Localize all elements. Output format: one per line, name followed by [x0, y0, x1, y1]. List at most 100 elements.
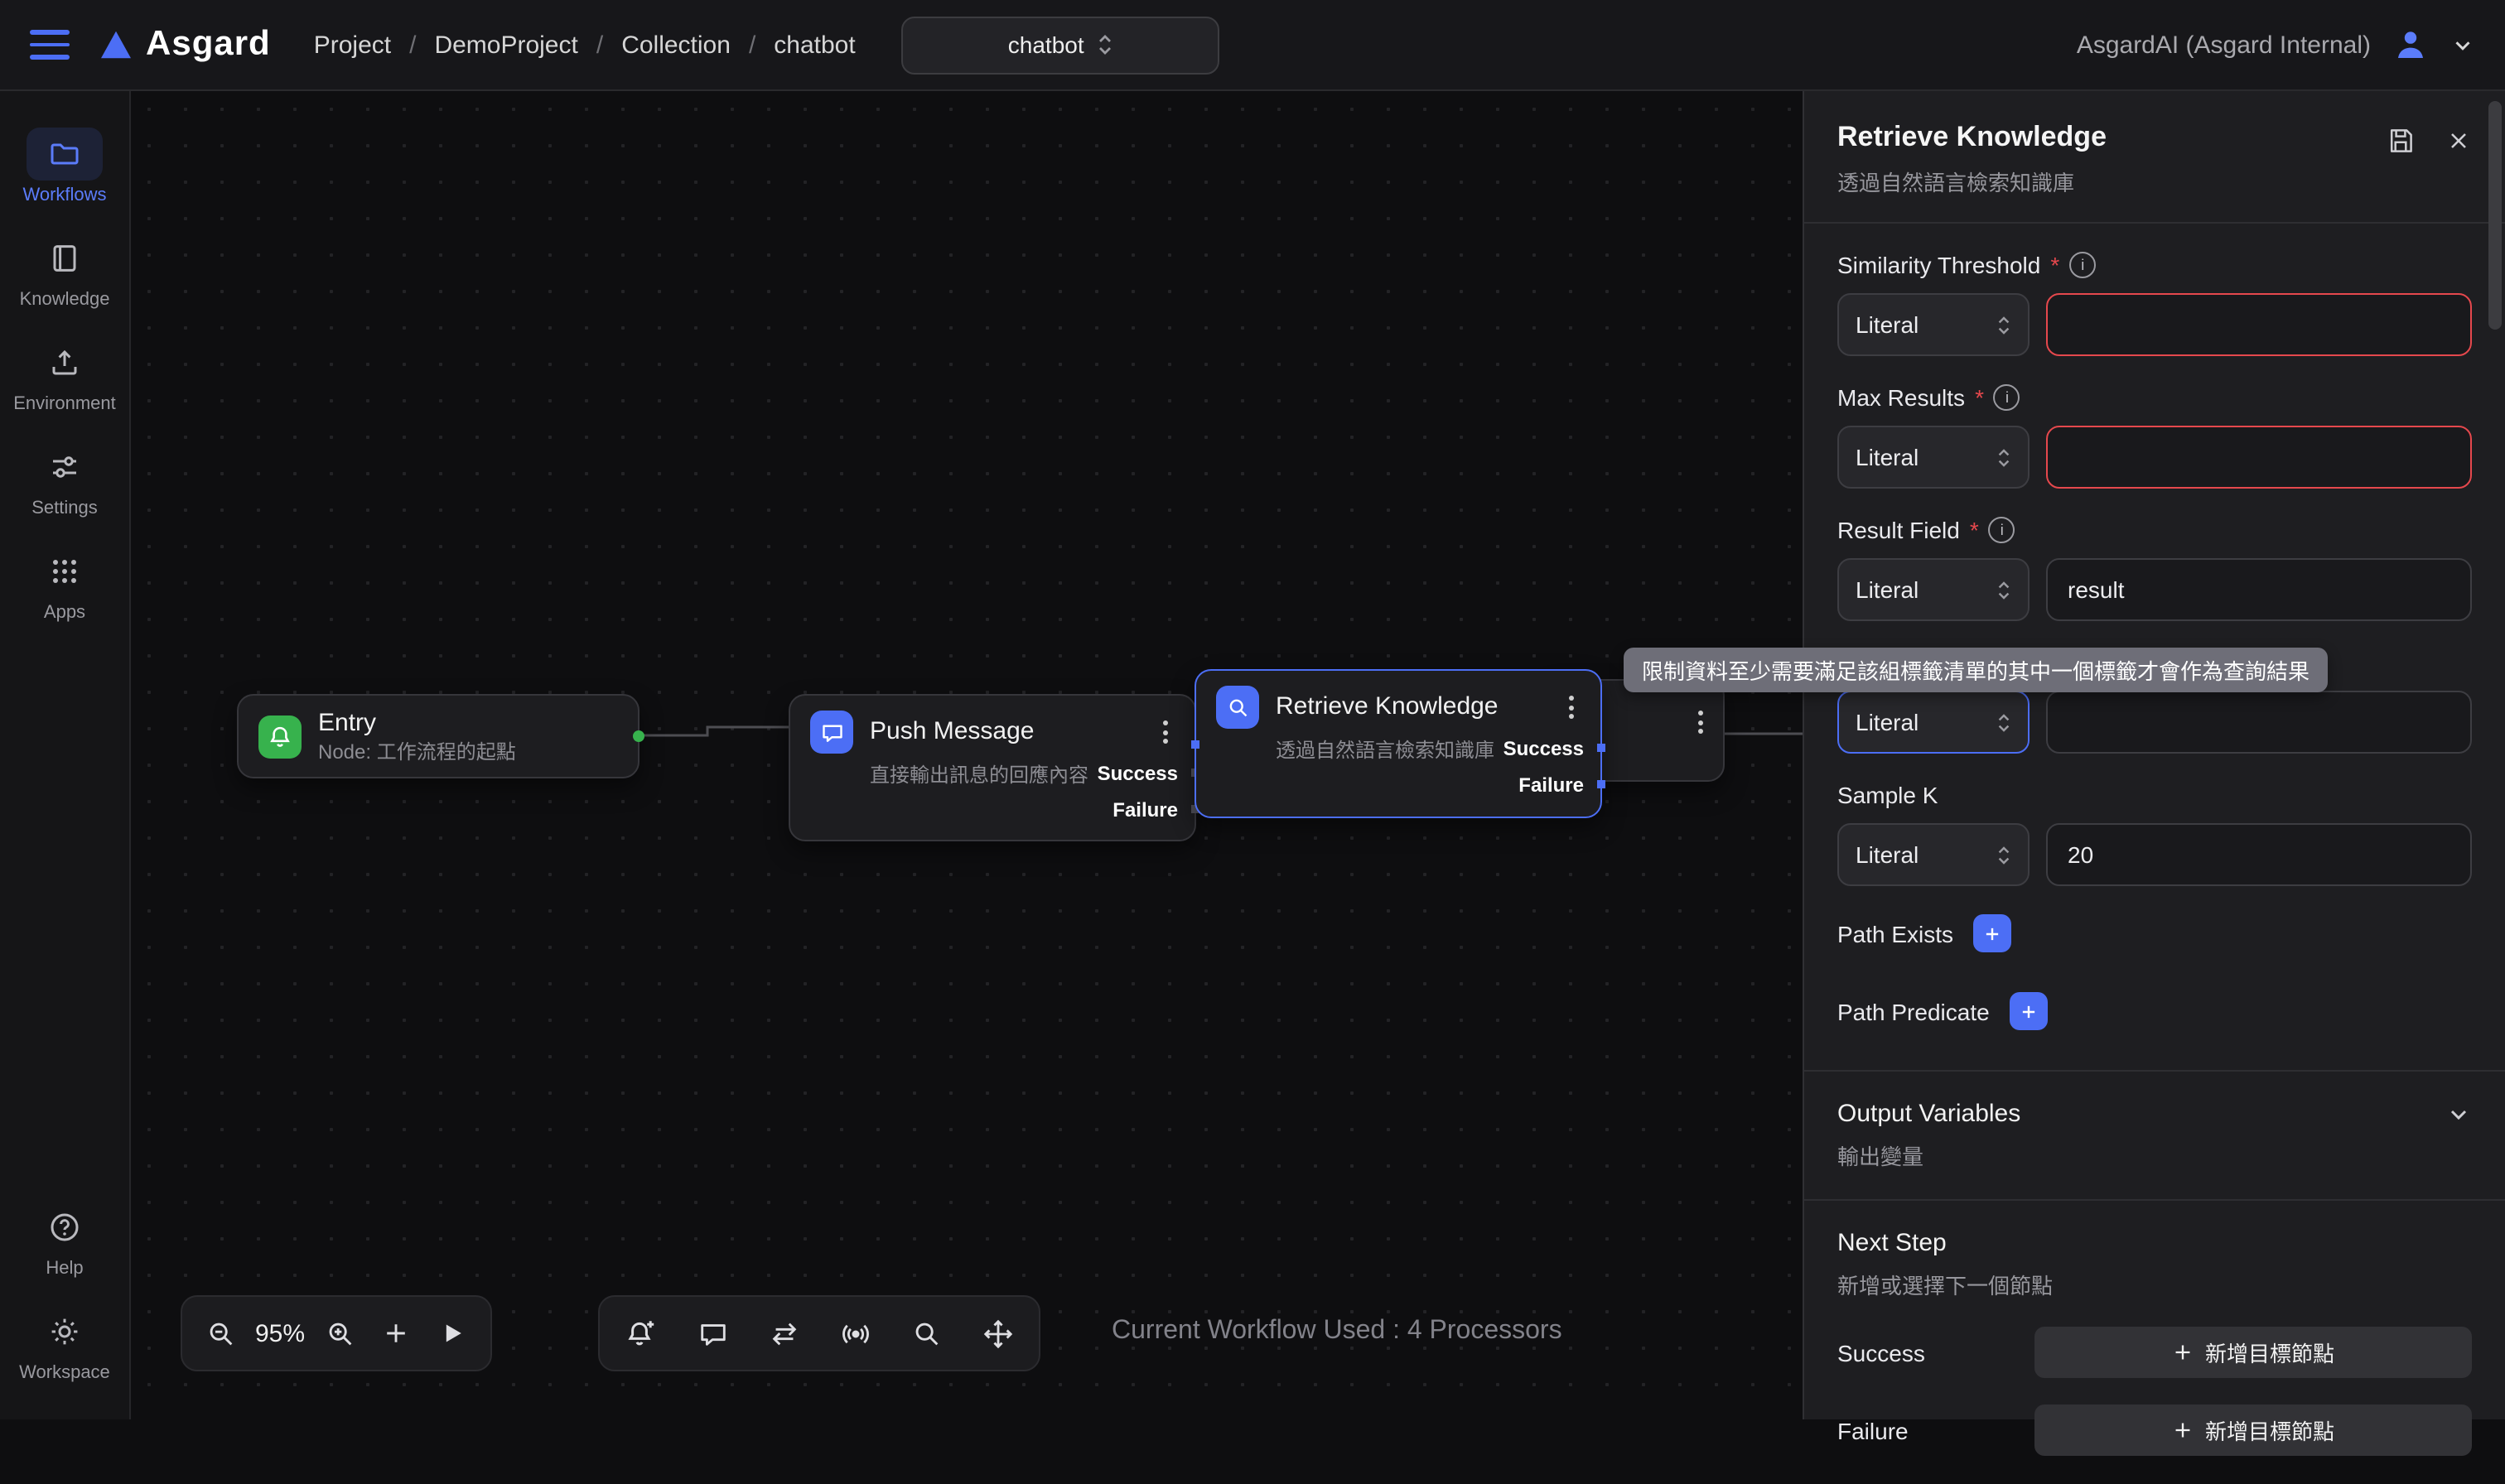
chevron-down-icon[interactable]: [2445, 1101, 2472, 1127]
field-label: Sample K: [1837, 782, 1938, 808]
sidebar-label: Environment: [13, 394, 116, 414]
save-icon[interactable]: [2386, 126, 2416, 156]
select-value: Literal: [1856, 311, 1919, 338]
node-entry[interactable]: Entry Node: 工作流程的起點: [237, 694, 640, 778]
breadcrumb-demoproject[interactable]: DemoProject: [434, 31, 577, 59]
similarity-input[interactable]: [2046, 293, 2472, 356]
logo-text: Asgard: [146, 25, 271, 65]
success-output-label: Success: [1503, 730, 1584, 767]
node-menu-icon[interactable]: [1156, 714, 1175, 750]
add-path-exists-button[interactable]: [1973, 914, 2011, 952]
grid-dots-icon: [27, 545, 103, 598]
filter-tags-mode-select[interactable]: Literal: [1837, 691, 2030, 754]
max-results-mode-select[interactable]: Literal: [1837, 426, 2030, 489]
entry-node-icon: [258, 716, 302, 759]
next-step-failure-row: Failure 新增目標節點: [1837, 1404, 2472, 1456]
swap-arrows-icon[interactable]: [759, 1303, 808, 1363]
sidebar-label: Workspace: [19, 1363, 110, 1383]
breadcrumb-chatbot[interactable]: chatbot: [774, 31, 855, 59]
required-marker: *: [1970, 517, 1979, 543]
filter-tags-input[interactable]: [2046, 691, 2472, 754]
add-icon[interactable]: [371, 1303, 421, 1363]
menu-icon[interactable]: [30, 31, 70, 60]
sidebar-item-workspace[interactable]: Workspace: [19, 1305, 110, 1383]
node-title: Push Message: [870, 717, 1034, 747]
sample-k-mode-select[interactable]: Literal: [1837, 823, 2030, 886]
broadcast-icon[interactable]: [830, 1303, 880, 1363]
workflow-select[interactable]: chatbot: [902, 16, 1220, 74]
result-field-mode-select[interactable]: Literal: [1837, 558, 2030, 621]
node-menu-icon[interactable]: [1692, 704, 1710, 740]
zoom-toolbar: 95%: [181, 1295, 492, 1371]
zoom-level: 95%: [252, 1319, 308, 1347]
user-icon[interactable]: [2392, 26, 2429, 63]
input-port[interactable]: [1191, 740, 1199, 748]
select-chevrons-icon: [1996, 312, 2011, 337]
sidebar-item-workflows[interactable]: Workflows: [22, 128, 106, 205]
sidebar-item-help[interactable]: Help: [27, 1201, 103, 1279]
workflow-usage-status: Current Workflow Used : 4 Processors: [1112, 1317, 1562, 1347]
sidebar-item-environment[interactable]: Environment: [13, 336, 116, 414]
zoom-in-icon[interactable]: [315, 1303, 364, 1363]
sidebar-label: Workflows: [22, 186, 106, 205]
field-similarity-threshold: Similarity Threshold * i Literal: [1837, 252, 2472, 356]
select-chevrons-icon: [1996, 842, 2011, 867]
success-label: Success: [1837, 1339, 1925, 1366]
logo-triangle-icon: [99, 30, 133, 60]
next-step-section: Next Step 新增或選擇下一個節點 Success 新增目標節點 Fail…: [1837, 1201, 2472, 1484]
node-push-message[interactable]: Push Message 直接輸出訊息的回應內容 Success Failure: [789, 694, 1196, 841]
output-port[interactable]: [632, 730, 644, 742]
node-retrieve-knowledge[interactable]: Retrieve Knowledge 透過自然語言檢索知識庫 Success F…: [1195, 669, 1602, 818]
sidebar-label: Help: [46, 1259, 83, 1279]
info-icon[interactable]: i: [2069, 252, 2096, 278]
max-results-input[interactable]: [2046, 426, 2472, 489]
logo[interactable]: Asgard: [99, 25, 271, 65]
similarity-mode-select[interactable]: Literal: [1837, 293, 2030, 356]
info-icon[interactable]: i: [1989, 517, 2015, 543]
output-variables-title: Output Variables: [1837, 1100, 2020, 1128]
field-label: Similarity Threshold: [1837, 252, 2040, 278]
breadcrumb-collection[interactable]: Collection: [621, 31, 731, 59]
path-predicate-label: Path Predicate: [1837, 998, 1990, 1024]
sidebar-item-settings[interactable]: Settings: [27, 441, 103, 518]
sidebar-label: Settings: [31, 499, 98, 518]
select-value: Literal: [1856, 576, 1919, 603]
sidebar-item-apps[interactable]: Apps: [27, 545, 103, 623]
add-entry-node-icon[interactable]: [616, 1303, 666, 1363]
add-failure-target-button[interactable]: 新增目標節點: [2034, 1404, 2472, 1456]
next-step-success-row: Success 新增目標節點: [1837, 1327, 2472, 1378]
failure-output-label: Failure: [1518, 767, 1584, 803]
search-node-icon: [1216, 686, 1259, 729]
zoom-out-icon[interactable]: [195, 1303, 245, 1363]
select-chevrons-icon: [1098, 31, 1114, 58]
search-icon[interactable]: [901, 1303, 951, 1363]
select-chevrons-icon: [1996, 577, 2011, 602]
close-icon[interactable]: [2445, 128, 2472, 154]
node-title: Entry: [318, 709, 516, 739]
sidebar-label: Apps: [44, 603, 85, 623]
path-exists-row: Path Exists: [1837, 914, 2472, 952]
sample-k-input[interactable]: [2046, 823, 2472, 886]
message-icon: [810, 711, 853, 754]
result-field-input[interactable]: [2046, 558, 2472, 621]
account-label: AsgardAI (Asgard Internal): [2077, 31, 2371, 59]
account-area: AsgardAI (Asgard Internal): [2077, 26, 2475, 63]
move-icon[interactable]: [973, 1303, 1022, 1363]
scrollbar-thumb[interactable]: [2488, 101, 2502, 330]
breadcrumb-project[interactable]: Project: [314, 31, 391, 59]
add-path-predicate-button[interactable]: [2010, 992, 2048, 1030]
message-node-icon[interactable]: [688, 1303, 737, 1363]
chevron-down-icon[interactable]: [2450, 32, 2475, 57]
folder-icon: [27, 128, 103, 181]
add-success-target-button[interactable]: 新增目標節點: [2034, 1327, 2472, 1378]
failure-port[interactable]: [1597, 780, 1605, 788]
node-toolbar: [598, 1295, 1040, 1371]
success-port[interactable]: [1597, 744, 1605, 752]
panel-title: Retrieve Knowledge: [1837, 121, 2107, 154]
sidebar-item-knowledge[interactable]: Knowledge: [20, 232, 110, 310]
info-icon[interactable]: i: [1994, 384, 2020, 411]
node-menu-icon[interactable]: [1562, 689, 1581, 725]
field-result-field: Result Field * i Literal: [1837, 517, 2472, 621]
run-icon[interactable]: [427, 1303, 477, 1363]
node-subtitle: 透過自然語言檢索知識庫: [1276, 739, 1494, 762]
